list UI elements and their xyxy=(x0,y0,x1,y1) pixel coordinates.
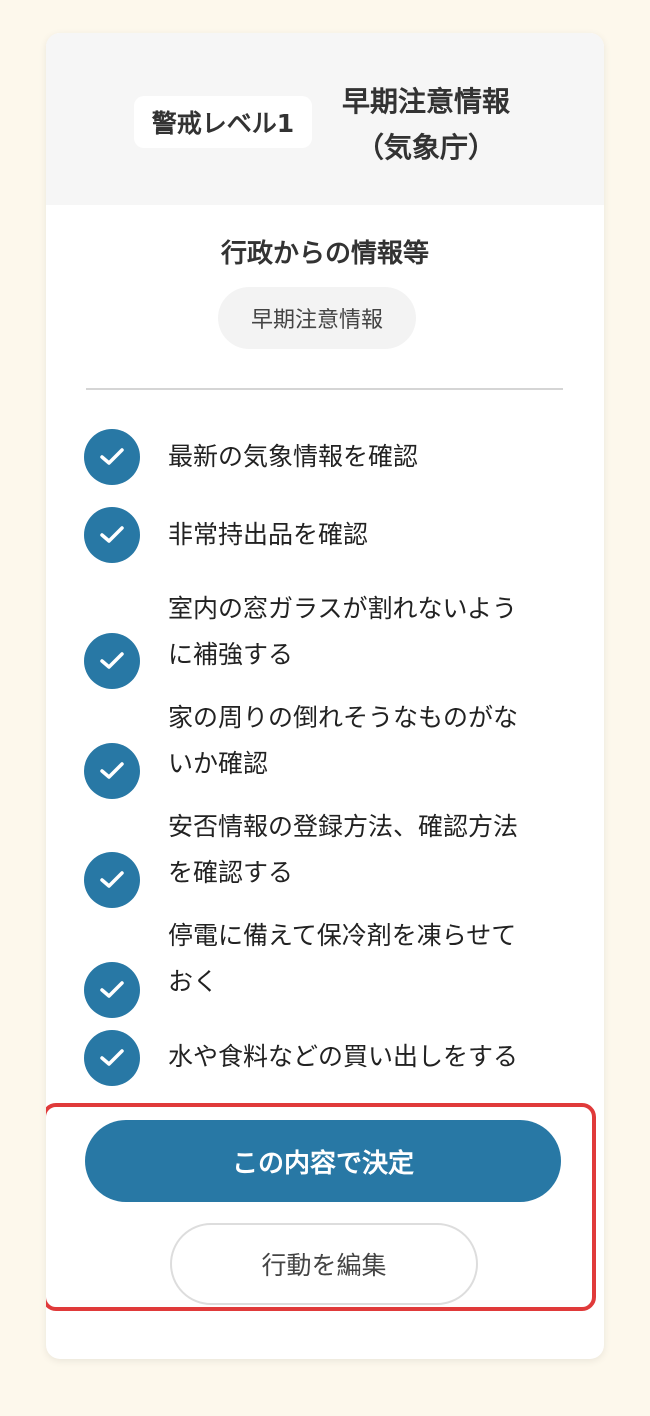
edit-actions-button[interactable]: 行動を編集 xyxy=(170,1223,478,1305)
divider xyxy=(86,388,563,390)
checklist-item-text: 安否情報の登録方法、確認方法 を確認する xyxy=(168,812,519,887)
card-header: 警戒レベル1 早期注意情報 （気象庁） xyxy=(46,33,604,205)
check-icon[interactable] xyxy=(84,429,140,485)
check-icon[interactable] xyxy=(84,743,140,799)
checklist-item-text: 非常持出品を確認 xyxy=(168,520,369,549)
alert-level-badge: 警戒レベル1 xyxy=(134,96,312,148)
checklist-item-text: 水や食料などの買い出しをする xyxy=(168,1042,519,1071)
checklist-item-text: 停電に備えて保冷剤を凍らせて おく xyxy=(168,921,517,996)
check-icon[interactable] xyxy=(84,633,140,689)
info-heading: 行政からの情報等 xyxy=(220,239,429,269)
check-icon[interactable] xyxy=(84,1030,140,1086)
action-card: 警戒レベル1 早期注意情報 （気象庁） 行政からの情報等 早期注意情報 最新の気… xyxy=(46,33,604,1359)
check-icon[interactable] xyxy=(84,962,140,1018)
check-icon[interactable] xyxy=(84,852,140,908)
checklist-item-text: 室内の窓ガラスが割れないよう に補強する xyxy=(168,594,518,669)
check-icon[interactable] xyxy=(84,507,140,563)
info-pill: 早期注意情報 xyxy=(218,287,416,349)
checklist-item-text: 家の周りの倒れそうなものがな いか確認 xyxy=(168,703,519,778)
header-title-line1: 早期注意情報 xyxy=(341,85,510,118)
header-title-line2: （気象庁） xyxy=(355,131,496,164)
checklist-item-text: 最新の気象情報を確認 xyxy=(168,442,419,471)
header-title: 早期注意情報 （気象庁） xyxy=(326,79,526,171)
confirm-button[interactable]: この内容で決定 xyxy=(85,1120,561,1202)
